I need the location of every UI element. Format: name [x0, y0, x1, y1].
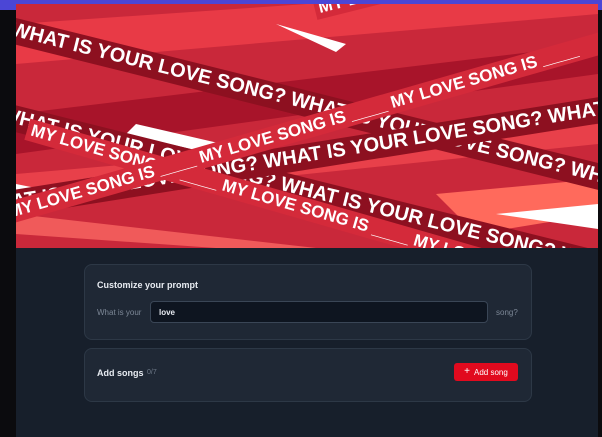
prompt-prefix: What is your	[97, 308, 142, 317]
add-song-button[interactable]: + Add song	[454, 363, 518, 381]
banner-graphic: WHAT IS YOUR LOVE SONG? WHAT IS YOUR LOV…	[16, 4, 598, 248]
prompt-row: What is your song?	[97, 301, 521, 325]
right-edge	[598, 0, 602, 437]
customize-prompt-card: Customize your prompt What is your song?	[84, 264, 532, 340]
add-song-label: Add song	[474, 367, 508, 377]
left-edge-accent	[0, 0, 16, 10]
love-song-banner: WHAT IS YOUR LOVE SONG? WHAT IS YOUR LOV…	[16, 4, 598, 248]
add-songs-title: Add songs	[97, 368, 144, 378]
add-songs-card: Add songs 0/7 + Add song	[84, 348, 532, 402]
songs-count: 0/7	[147, 369, 157, 376]
left-edge	[0, 0, 16, 437]
prompt-word-input[interactable]	[150, 301, 488, 323]
plus-icon: +	[464, 366, 471, 377]
customize-prompt-title: Customize your prompt	[97, 280, 199, 290]
app-panel: WHAT IS YOUR LOVE SONG? WHAT IS YOUR LOV…	[16, 4, 598, 437]
prompt-suffix: song?	[496, 308, 518, 317]
right-edge-accent	[598, 0, 602, 10]
